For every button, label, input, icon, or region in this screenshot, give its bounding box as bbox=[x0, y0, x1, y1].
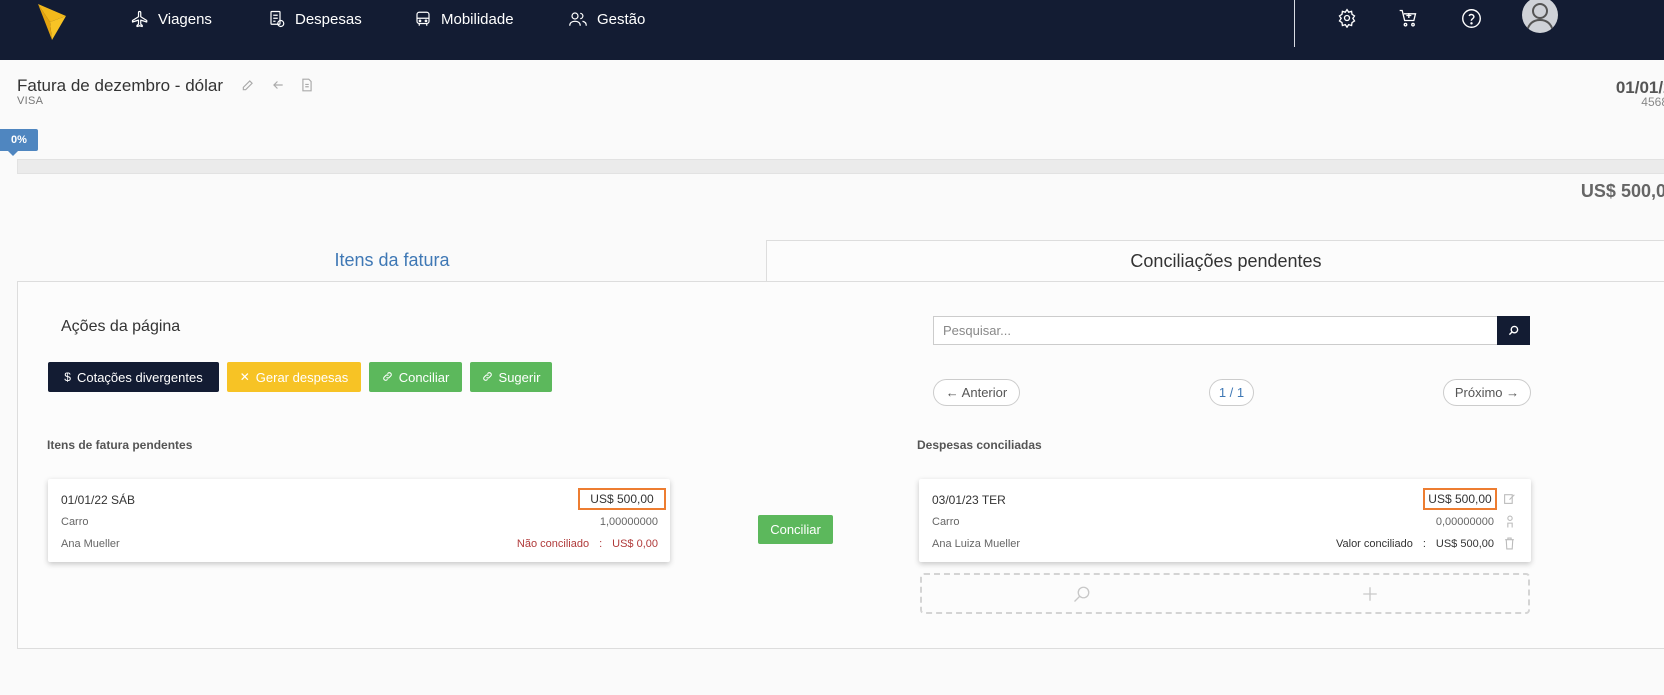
search-input[interactable] bbox=[933, 316, 1498, 345]
nav-despesas[interactable]: Despesas bbox=[268, 0, 362, 38]
pending-item-status: Não conciliado : US$ 0,00 bbox=[517, 538, 658, 550]
car-icon bbox=[414, 10, 432, 28]
invoice-number: 4568 bbox=[1641, 95, 1664, 109]
pending-item-date: 01/01/22 SÁB bbox=[61, 493, 136, 507]
conciliar-item-button[interactable]: Conciliar bbox=[758, 515, 833, 544]
pending-item-card[interactable]: 01/01/22 SÁB US$ 500,00 Carro 1,00000000… bbox=[48, 479, 670, 562]
invoice-total: US$ 500,00 bbox=[1580, 181, 1664, 201]
status-text: Não conciliado bbox=[516, 538, 590, 550]
button-label: Cotações divergentes bbox=[76, 369, 203, 385]
nav-label: Despesas bbox=[295, 10, 362, 28]
top-navbar: Viagens Despesas Mobilidade Gestão bbox=[0, 0, 1664, 60]
reconciled-expenses-label: Despesas conciliadas bbox=[917, 438, 1042, 452]
gear-icon[interactable] bbox=[1335, 6, 1359, 30]
avatar[interactable] bbox=[1522, 0, 1558, 33]
pagination-next-button[interactable]: Próximo → bbox=[1443, 379, 1531, 406]
cart-icon[interactable] bbox=[1396, 6, 1420, 30]
cotacoes-divergentes-button[interactable]: $ Cotações divergentes bbox=[48, 362, 219, 392]
trash-icon[interactable] bbox=[1504, 537, 1515, 550]
nav-viagens[interactable]: Viagens bbox=[131, 0, 212, 38]
search-icon[interactable] bbox=[1073, 585, 1091, 603]
reconciled-expense-value: Valor conciliado : US$ 500,00 bbox=[1336, 538, 1494, 550]
reconciled-expense-amount: US$ 500,00 bbox=[1423, 488, 1497, 510]
document-icon[interactable] bbox=[301, 78, 313, 92]
tab-itens-da-fatura[interactable]: Itens da fatura bbox=[17, 240, 767, 282]
conciliar-button[interactable]: Conciliar bbox=[369, 362, 462, 392]
search-button[interactable] bbox=[1497, 316, 1530, 345]
link-icon bbox=[382, 370, 393, 385]
nav-mobilidade[interactable]: Mobilidade bbox=[414, 0, 514, 38]
status-separator: : bbox=[599, 538, 603, 550]
invoice-title: Fatura de dezembro - dólar bbox=[17, 76, 223, 95]
users-icon bbox=[568, 10, 588, 28]
avatar-icon bbox=[1526, 3, 1554, 32]
sugerir-button[interactable]: Sugerir bbox=[470, 362, 552, 392]
edit-icon[interactable] bbox=[1503, 492, 1516, 505]
value-label: Valor conciliado bbox=[1335, 538, 1413, 550]
reconciled-expense-rate: 0,00000000 bbox=[1435, 516, 1494, 528]
pending-items-label: Itens de fatura pendentes bbox=[47, 438, 193, 452]
button-label: Sugerir bbox=[498, 369, 541, 385]
nav-label: Gestão bbox=[597, 10, 646, 28]
nav-label: Viagens bbox=[158, 10, 212, 28]
nav-label: Mobilidade bbox=[441, 10, 514, 28]
back-arrow-icon[interactable] bbox=[271, 78, 285, 92]
edit-icon[interactable] bbox=[241, 78, 255, 92]
reconciled-expense-category: Carro bbox=[932, 516, 960, 528]
search-icon bbox=[1508, 325, 1519, 336]
person-icon[interactable] bbox=[1505, 515, 1515, 528]
add-expense-dropzone bbox=[920, 573, 1530, 614]
pending-item-person: Ana Mueller bbox=[61, 538, 120, 550]
page-actions-title: Ações da página bbox=[61, 318, 181, 335]
value-separator: : bbox=[1422, 538, 1426, 550]
pending-item-category: Carro bbox=[61, 516, 89, 528]
gerar-despesas-button[interactable]: ✕ Gerar despesas bbox=[227, 362, 361, 392]
plus-icon[interactable] bbox=[1361, 585, 1379, 603]
plane-icon bbox=[131, 10, 149, 28]
title-actions bbox=[241, 78, 313, 92]
pagination-page-indicator: 1 / 1 bbox=[1209, 379, 1254, 406]
pending-item-amount: US$ 500,00 bbox=[578, 488, 666, 510]
logo-icon[interactable] bbox=[38, 2, 66, 45]
button-label: Gerar despesas bbox=[255, 369, 349, 385]
status-amount: US$ 0,00 bbox=[612, 538, 658, 550]
link-icon bbox=[482, 370, 493, 385]
button-label: Conciliar bbox=[398, 369, 450, 385]
tab-conciliacoes-pendentes[interactable]: Conciliações pendentes bbox=[766, 240, 1664, 282]
receipt-icon bbox=[268, 10, 286, 28]
reconciled-expense-person: Ana Luiza Mueller bbox=[932, 538, 1021, 550]
help-icon[interactable] bbox=[1459, 6, 1483, 30]
invoice-card-brand: VISA bbox=[17, 95, 44, 107]
pagination-prev-button[interactable]: ← Anterior bbox=[933, 379, 1020, 406]
value-amount: US$ 500,00 bbox=[1435, 538, 1494, 550]
reconciled-expense-date: 03/01/23 TER bbox=[932, 493, 1006, 507]
progress-bar bbox=[17, 159, 1664, 174]
reconciled-expense-card[interactable]: 03/01/23 TER US$ 500,00 Carro 0,00000000… bbox=[919, 479, 1531, 562]
pending-item-rate: 1,00000000 bbox=[599, 516, 658, 528]
dollar-icon: $ bbox=[64, 370, 71, 384]
navbar-divider bbox=[1294, 0, 1295, 47]
progress-badge: 0% bbox=[0, 129, 38, 156]
nav-gestao[interactable]: Gestão bbox=[568, 0, 645, 38]
close-icon: ✕ bbox=[239, 370, 250, 384]
